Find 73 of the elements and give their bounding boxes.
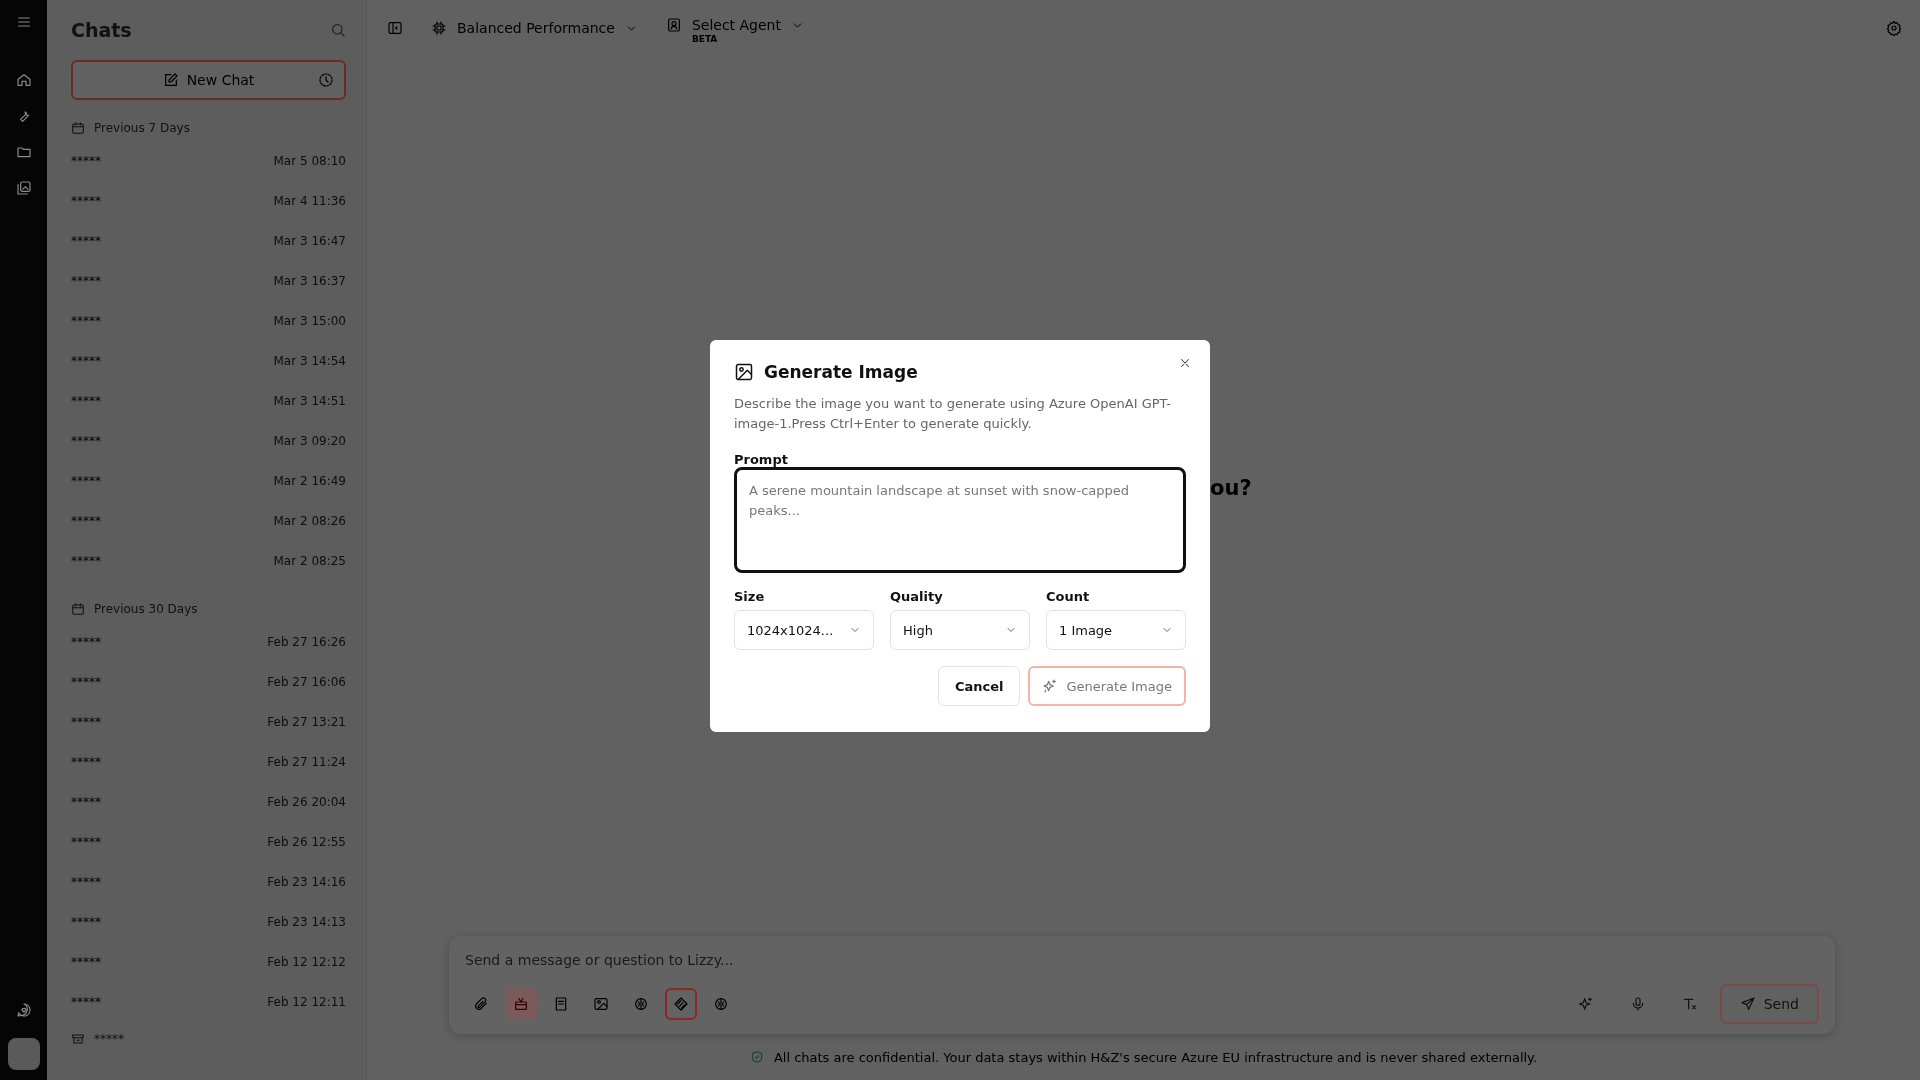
edit-icon xyxy=(162,72,179,88)
contact-icon xyxy=(665,17,682,33)
avatar[interactable] xyxy=(7,1038,40,1070)
sidebar-title: Chats xyxy=(71,19,132,41)
archive-label[interactable]: ***** xyxy=(94,1032,124,1046)
select-label: Size xyxy=(734,589,766,604)
calendar-icon xyxy=(71,121,85,135)
archive-icon xyxy=(71,1032,85,1046)
cancel-button[interactable]: Cancel xyxy=(937,666,1021,706)
chat-item[interactable]: ***** Feb 23 14:13 xyxy=(71,902,346,942)
chat-item[interactable]: ***** Mar 3 16:47 xyxy=(71,221,346,261)
select-dropdown[interactable]: 1 Image xyxy=(1046,610,1186,650)
diamond-tool-button[interactable] xyxy=(665,988,697,1020)
section-label: Previous 7 Days xyxy=(94,121,190,135)
chat-item[interactable]: ***** Mar 4 11:36 xyxy=(71,181,346,221)
gallery-icon[interactable] xyxy=(15,180,32,196)
diamond-icon xyxy=(673,996,689,1012)
chat-item[interactable]: ***** Mar 3 14:51 xyxy=(71,381,346,421)
prompt-field[interactable]: A serene mountain landscape at sunset with snow-capped peaks... xyxy=(734,467,1186,573)
clip-icon xyxy=(473,996,489,1012)
folder-icon[interactable] xyxy=(15,144,32,160)
sparkle-icon xyxy=(1042,678,1059,694)
sparkle-icon[interactable] xyxy=(1577,996,1594,1012)
dialog-title: Generate Image xyxy=(764,362,918,382)
chat-item[interactable]: ***** Mar 3 14:54 xyxy=(71,341,346,381)
menu-icon[interactable] xyxy=(15,14,32,30)
book-icon xyxy=(553,996,569,1012)
chat-item[interactable]: ***** Mar 3 15:00 xyxy=(71,301,346,341)
chat-item[interactable]: ***** Feb 27 16:26 xyxy=(71,622,346,662)
section-label: Previous 30 Days xyxy=(94,602,198,616)
chat-item[interactable]: ***** Mar 2 08:26 xyxy=(71,501,346,541)
new-chat-button[interactable]: New Chat xyxy=(71,60,346,100)
history-icon[interactable] xyxy=(318,72,334,88)
text-format-icon[interactable] xyxy=(1681,996,1698,1012)
chip-icon xyxy=(431,20,447,36)
sidebar-toggle-icon[interactable] xyxy=(387,20,403,36)
chat-item[interactable]: ***** Mar 3 16:37 xyxy=(71,261,346,301)
send-button[interactable]: Send xyxy=(1719,984,1819,1024)
box-icon xyxy=(513,996,529,1012)
dialog-description: Describe the image you want to generate using Azure OpenAI GPT-image-1.Press Ctrl+Enter to generate quickly. xyxy=(734,395,1172,433)
chat-item[interactable]: ***** Mar 3 09:20 xyxy=(71,421,346,461)
box-tool-button[interactable] xyxy=(505,988,537,1020)
chat-item[interactable]: ***** Feb 12 12:12 xyxy=(71,942,346,982)
chat-item[interactable]: ***** Feb 27 16:06 xyxy=(71,662,346,702)
generate-image-button[interactable]: Generate Image xyxy=(1028,666,1186,706)
chat-item[interactable]: ***** Feb 27 11:24 xyxy=(71,742,346,782)
close-icon[interactable] xyxy=(1178,356,1192,370)
chat-item[interactable]: ***** Feb 26 12:55 xyxy=(71,822,346,862)
calendar-icon xyxy=(71,602,85,616)
model-dropdown[interactable]: Balanced Performance xyxy=(431,20,638,36)
shield-icon xyxy=(749,1050,764,1064)
chat-item[interactable]: ***** Feb 12 12:11 xyxy=(71,982,346,1022)
chat-item[interactable]: ***** Mar 5 08:10 xyxy=(71,141,346,181)
search-icon[interactable] xyxy=(330,22,346,38)
chat-item[interactable]: ***** Feb 23 14:16 xyxy=(71,862,346,902)
select-dropdown[interactable]: High xyxy=(890,610,1030,650)
greeting-heading: ou? xyxy=(1210,476,1252,500)
send-icon xyxy=(1739,996,1756,1012)
image-icon xyxy=(593,996,609,1012)
confidentiality-notice: All chats are confidential. Your data stays within H&Z's secure Azure EU infrastructure and is never shared externally. xyxy=(773,1049,1538,1065)
select-label: Count xyxy=(1046,589,1091,604)
message-field[interactable]: Send a message or question to Lizzy... xyxy=(465,952,1819,968)
chat-item[interactable]: ***** Mar 2 16:49 xyxy=(71,461,346,501)
image-icon xyxy=(734,362,754,382)
select-label: Quality xyxy=(890,589,944,604)
chat-item[interactable]: ***** Feb 26 20:04 xyxy=(71,782,346,822)
agent-dropdown[interactable]: Select Agent BETA xyxy=(665,11,804,45)
chat-item[interactable]: ***** Mar 2 08:25 xyxy=(71,541,346,581)
chat-item[interactable]: ***** Feb 27 13:21 xyxy=(71,702,346,742)
select-dropdown[interactable]: 1024x1024... xyxy=(734,610,874,650)
settings-icon[interactable] xyxy=(1886,20,1902,36)
home-icon[interactable] xyxy=(15,72,32,88)
prompt-label: Prompt xyxy=(734,452,789,467)
